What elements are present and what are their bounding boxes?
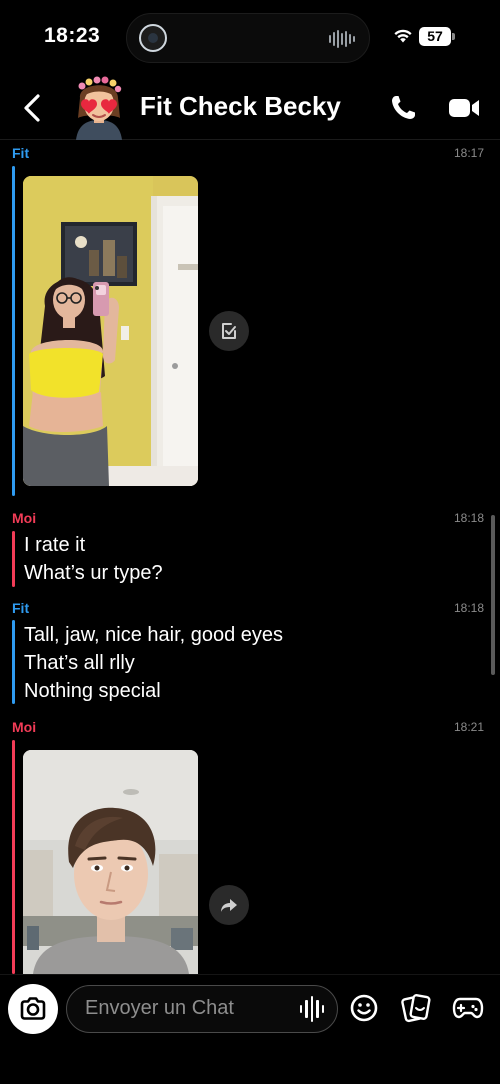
mirror-selfie-image (23, 176, 198, 486)
message-accent-bar (12, 620, 15, 704)
camera-button[interactable] (8, 984, 58, 1034)
phone-icon[interactable] (388, 93, 418, 123)
battery-icon: 57 (419, 27, 455, 46)
composer-bar (0, 974, 500, 1084)
save-button[interactable] (209, 311, 249, 351)
wifi-icon (394, 29, 412, 43)
message-text: Nothing special (24, 680, 161, 702)
audio-activity-icon (329, 30, 355, 48)
message-accent-bar (12, 531, 15, 587)
message-timestamp: 18:21 (453, 720, 484, 734)
back-chevron-icon[interactable] (16, 88, 50, 128)
smiley-icon (350, 994, 378, 1022)
avatar[interactable] (70, 74, 128, 140)
video-camera-icon[interactable] (447, 94, 481, 122)
message-text: That’s all rlly (24, 652, 135, 674)
selfie-image (23, 750, 198, 974)
sender-label: Moi (12, 510, 37, 526)
message-timestamp: 18:17 (453, 146, 484, 160)
message-text: What’s ur type? (24, 562, 163, 584)
photo-message[interactable] (23, 176, 198, 486)
status-bar: 18:23 57 (0, 0, 500, 74)
microphone-waveform-icon[interactable] (297, 995, 327, 1023)
emoji-button[interactable] (347, 991, 381, 1025)
share-button[interactable] (209, 885, 249, 925)
sender-label: Fit (12, 145, 30, 161)
save-icon (222, 323, 236, 339)
message-accent-bar (12, 740, 15, 974)
stickers-button[interactable] (399, 991, 433, 1025)
share-arrow-icon (221, 899, 237, 912)
games-button[interactable] (451, 991, 485, 1025)
chat-title[interactable]: Fit Check Becky (140, 91, 341, 122)
message-timestamp: 18:18 (453, 511, 484, 525)
camera-icon (20, 997, 46, 1020)
dynamic-island (126, 13, 370, 63)
status-time: 18:23 (44, 24, 101, 47)
chat-input-container[interactable] (66, 985, 338, 1033)
sender-label: Fit (12, 600, 30, 616)
scrollbar[interactable] (491, 515, 495, 675)
stickers-icon (401, 994, 431, 1023)
message-text: I rate it (24, 534, 86, 556)
message-timestamp: 18:18 (453, 601, 484, 615)
message-accent-bar (12, 166, 15, 496)
chat-header: Fit Check Becky (0, 74, 500, 140)
battery-level: 57 (427, 28, 443, 44)
photo-message[interactable] (23, 750, 198, 974)
camera-lens-icon (139, 24, 167, 52)
chat-input[interactable] (85, 986, 285, 1031)
sender-label: Moi (12, 719, 37, 735)
game-controller-icon (452, 997, 484, 1019)
message-text: Tall, jaw, nice hair, good eyes (24, 624, 284, 646)
